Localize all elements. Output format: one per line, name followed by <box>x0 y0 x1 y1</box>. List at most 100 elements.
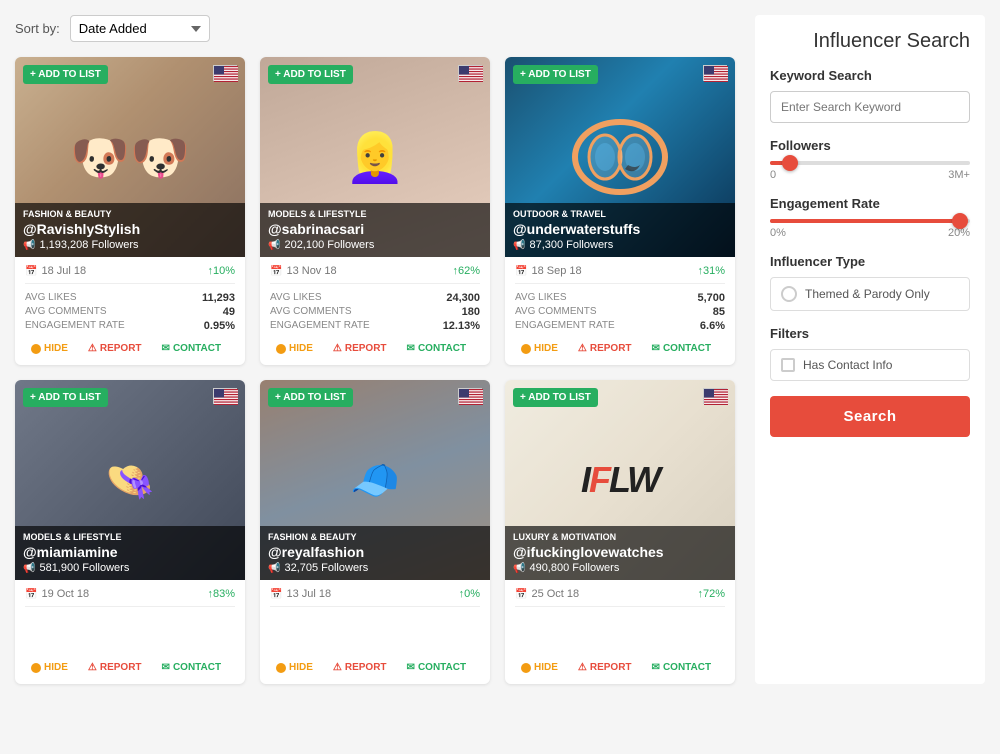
contact-button-card2[interactable]: ✉ CONTACT <box>401 340 473 357</box>
stat-engagement-row: ENGAGEMENT RATE 12.13% <box>270 320 480 332</box>
add-to-list-button-card5[interactable]: + ADD TO LIST <box>268 388 353 407</box>
keyword-input[interactable] <box>770 91 970 123</box>
avg-comments-label: AVG COMMENTS <box>270 306 351 318</box>
speaker-icon: 📢 <box>23 240 35 251</box>
search-button[interactable]: Search <box>770 396 970 437</box>
report-button-card2[interactable]: ⚠ REPORT <box>327 340 393 357</box>
card-card2: 👱‍♀️ + ADD TO LIST Models & Lifestyle @s… <box>260 57 490 365</box>
speaker-icon: 📢 <box>268 240 280 251</box>
speaker-icon: 📢 <box>23 563 35 574</box>
card-followers-card6: 📢 490,800 Followers <box>513 562 727 574</box>
card-body-card6: 📅 25 Oct 18 ↑72% HIDE ⚠ REPORT ✉ CONTACT <box>505 580 735 684</box>
filters-section: Filters Has Contact Info <box>770 326 970 381</box>
engagement-track <box>770 219 970 223</box>
hide-circle-icon <box>521 344 531 354</box>
report-triangle-icon: ⚠ <box>88 343 97 354</box>
card-image-card3: + ADD TO LIST Outdoor & Travel @underwat… <box>505 57 735 257</box>
card-image-card4: 👒 + ADD TO LIST Models & Lifestyle @miam… <box>15 380 245 580</box>
avg-likes-value: 24,300 <box>446 292 480 304</box>
add-to-list-button-card1[interactable]: + ADD TO LIST <box>23 65 108 84</box>
hide-button-card2[interactable]: HIDE <box>270 340 319 357</box>
report-button-card1[interactable]: ⚠ REPORT <box>82 340 148 357</box>
followers-thumb[interactable] <box>782 155 798 171</box>
card-category-card3: Outdoor & Travel <box>513 209 727 219</box>
contact-button-card1[interactable]: ✉ CONTACT <box>156 340 228 357</box>
engagement-slider[interactable] <box>770 219 970 223</box>
filters-label: Filters <box>770 326 970 341</box>
contact-button-card6[interactable]: ✉ CONTACT <box>646 659 718 676</box>
stat-avg-likes-row: AVG LIKES 24,300 <box>270 292 480 304</box>
card-trending-card5: ↑0% <box>459 588 480 600</box>
hide-button-card6[interactable]: HIDE <box>515 659 564 676</box>
card-followers-card1: 📢 1,193,208 Followers <box>23 239 237 251</box>
stat-engagement-row: ENGAGEMENT RATE 0.95% <box>25 320 235 332</box>
card-stats-card3: AVG LIKES 5,700 AVG COMMENTS 85 ENGAGEME… <box>515 292 725 332</box>
add-to-list-button-card4[interactable]: + ADD TO LIST <box>23 388 108 407</box>
avg-comments-value: 180 <box>462 306 480 318</box>
add-to-list-button-card3[interactable]: + ADD TO LIST <box>513 65 598 84</box>
card-meta-card2: 📅 13 Nov 18 ↑62% <box>270 265 480 284</box>
report-triangle-icon: ⚠ <box>333 662 342 673</box>
card-username-card6: @ifuckinglovewatches <box>513 544 727 560</box>
calendar-icon: 📅 <box>515 266 527 277</box>
themed-parody-option[interactable]: Themed & Parody Only <box>770 277 970 311</box>
hide-circle-icon <box>31 663 41 673</box>
report-button-card5[interactable]: ⚠ REPORT <box>327 659 393 676</box>
engagement-rate-value: 12.13% <box>443 320 480 332</box>
hide-button-card3[interactable]: HIDE <box>515 340 564 357</box>
card-overlay-card2: Models & Lifestyle @sabrinacsari 📢 202,1… <box>260 203 490 257</box>
speaker-icon: 📢 <box>513 563 525 574</box>
report-button-card4[interactable]: ⚠ REPORT <box>82 659 148 676</box>
hide-button-card1[interactable]: HIDE <box>25 340 74 357</box>
card-card4: 👒 + ADD TO LIST Models & Lifestyle @miam… <box>15 380 245 684</box>
hide-circle-icon <box>521 663 531 673</box>
flag-card4 <box>213 388 237 404</box>
card-username-card3: @underwaterstuffs <box>513 221 727 237</box>
flag-card6 <box>703 388 727 404</box>
card-username-card5: @reyalfashion <box>268 544 482 560</box>
has-contact-info-option[interactable]: Has Contact Info <box>770 349 970 381</box>
cards-grid: 🐶🐶 + ADD TO LIST Fashion & Beauty @Ravis… <box>15 57 735 684</box>
stat-avg-comments-row: AVG COMMENTS 85 <box>515 306 725 318</box>
report-button-card6[interactable]: ⚠ REPORT <box>572 659 638 676</box>
stat-avg-comments-row: AVG COMMENTS 49 <box>25 306 235 318</box>
card-date-card4: 📅 19 Oct 18 <box>25 588 89 600</box>
contact-button-card5[interactable]: ✉ CONTACT <box>401 659 473 676</box>
hide-button-card4[interactable]: HIDE <box>25 659 74 676</box>
card-date-card1: 📅 18 Jul 18 <box>25 265 86 277</box>
card-trending-card1: ↑10% <box>207 265 235 277</box>
add-to-list-button-card6[interactable]: + ADD TO LIST <box>513 388 598 407</box>
stat-avg-comments-row: AVG COMMENTS 180 <box>270 306 480 318</box>
card-body-card2: 📅 13 Nov 18 ↑62% AVG LIKES 24,300 AVG CO… <box>260 257 490 365</box>
hide-button-card5[interactable]: HIDE <box>270 659 319 676</box>
card-overlay-card3: Outdoor & Travel @underwaterstuffs 📢 87,… <box>505 203 735 257</box>
contact-button-card4[interactable]: ✉ CONTACT <box>156 659 228 676</box>
card-date-card3: 📅 18 Sep 18 <box>515 265 582 277</box>
avg-likes-label: AVG LIKES <box>515 292 567 304</box>
report-button-card3[interactable]: ⚠ REPORT <box>572 340 638 357</box>
themed-parody-radio[interactable] <box>781 286 797 302</box>
engagement-fill <box>770 219 960 223</box>
contact-button-card3[interactable]: ✉ CONTACT <box>646 340 718 357</box>
stat-engagement-row: ENGAGEMENT RATE 6.6% <box>515 320 725 332</box>
engagement-rate-label: ENGAGEMENT RATE <box>25 320 125 332</box>
card-actions-card5: HIDE ⚠ REPORT ✉ CONTACT <box>270 659 480 676</box>
engagement-rate-label: ENGAGEMENT RATE <box>515 320 615 332</box>
has-contact-info-label: Has Contact Info <box>803 358 892 372</box>
card-category-card6: Luxury & Motivation <box>513 532 727 542</box>
flag-card2 <box>458 65 482 81</box>
card-image-card2: 👱‍♀️ + ADD TO LIST Models & Lifestyle @s… <box>260 57 490 257</box>
sort-select[interactable]: Date Added Followers Engagement Rate Avg… <box>70 15 210 42</box>
card-meta-card4: 📅 19 Oct 18 ↑83% <box>25 588 235 607</box>
card-overlay-card5: Fashion & Beauty @reyalfashion 📢 32,705 … <box>260 526 490 580</box>
followers-slider[interactable] <box>770 161 970 165</box>
card-body-card4: 📅 19 Oct 18 ↑83% HIDE ⚠ REPORT ✉ CONTACT <box>15 580 245 684</box>
card-overlay-card1: Fashion & Beauty @RavishlyStylish 📢 1,19… <box>15 203 245 257</box>
engagement-thumb[interactable] <box>952 213 968 229</box>
themed-parody-label: Themed & Parody Only <box>805 287 930 301</box>
contact-envelope-icon: ✉ <box>162 343 170 354</box>
add-to-list-button-card2[interactable]: + ADD TO LIST <box>268 65 353 84</box>
speaker-icon: 📢 <box>268 563 280 574</box>
has-contact-info-checkbox[interactable] <box>781 358 795 372</box>
sort-label: Sort by: <box>15 21 60 36</box>
